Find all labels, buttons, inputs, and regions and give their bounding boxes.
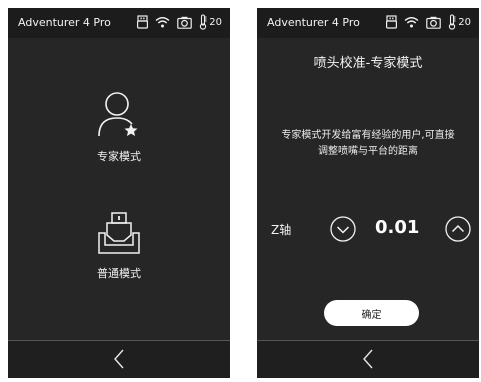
expert-mode-label: 专家模式 — [97, 150, 141, 163]
normal-mode-button[interactable]: 普通模式 — [8, 211, 230, 281]
description-line: 调整喷嘴与平台的距离 — [318, 146, 418, 157]
usb-drive-icon — [386, 15, 398, 29]
wifi-icon — [404, 17, 419, 28]
z-offset-row: Z轴 0.01 — [257, 214, 479, 244]
print-bed-icon — [98, 212, 140, 254]
increase-button[interactable] — [445, 216, 471, 242]
nav-bar — [8, 340, 230, 378]
expert-mode-button[interactable]: 专家模式 — [8, 90, 230, 164]
decrease-button[interactable] — [330, 216, 356, 242]
description-line: 专家模式开发给富有经验的用户,可直接 — [281, 130, 455, 141]
confirm-button[interactable]: 确定 — [324, 300, 419, 326]
wifi-icon — [155, 17, 170, 28]
temperature-value: 20 — [209, 16, 222, 28]
back-button[interactable] — [107, 347, 131, 371]
user-star-icon — [98, 92, 138, 137]
page-title: 喷头校准-专家模式 — [313, 56, 423, 71]
usb-drive-icon — [137, 15, 149, 29]
back-button[interactable] — [356, 347, 380, 371]
chevron-left-icon — [114, 349, 124, 369]
temperature-value: 20 — [458, 16, 471, 28]
app-title: Adventurer 4 Pro — [267, 16, 360, 29]
z-offset-value: 0.01 — [375, 217, 420, 238]
normal-mode-label: 普通模式 — [97, 267, 141, 280]
camera-icon — [177, 16, 193, 29]
thermometer-icon — [200, 14, 207, 30]
chevron-left-icon — [363, 349, 373, 369]
status-bar: Adventurer 4 Pro 20 — [8, 8, 230, 38]
app-title: Adventurer 4 Pro — [18, 16, 111, 29]
chevron-down-icon — [330, 216, 356, 242]
nozzle-calibration-screen: Adventurer 4 Pro 20 喷头校准-专家模式 专家模式开发给富有经… — [257, 8, 479, 378]
status-icons: 20 — [386, 14, 471, 30]
status-bar: Adventurer 4 Pro 20 — [257, 8, 479, 38]
chevron-up-icon — [445, 216, 471, 242]
nav-bar — [257, 340, 479, 378]
z-axis-label: Z轴 — [271, 223, 292, 237]
camera-icon — [426, 16, 442, 29]
mode-select-screen: Adventurer 4 Pro 20 专家模式 普通模式 — [8, 8, 230, 378]
status-icons: 20 — [137, 14, 222, 30]
description: 专家模式开发给富有经验的用户,可直接 调整喷嘴与平台的距离 — [269, 128, 467, 160]
thermometer-icon — [449, 14, 456, 30]
